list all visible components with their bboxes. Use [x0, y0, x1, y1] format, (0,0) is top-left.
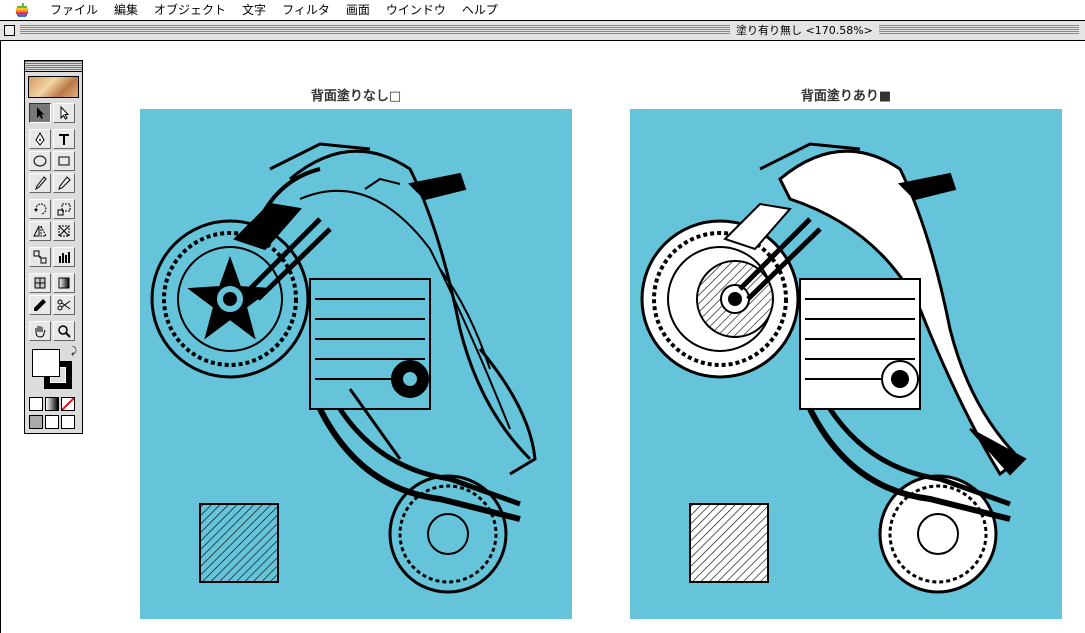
- pen-tool[interactable]: [29, 129, 51, 149]
- hand-tool[interactable]: [29, 321, 51, 341]
- rotate-icon: [34, 203, 47, 215]
- gradient-mesh-tool[interactable]: [29, 273, 51, 293]
- rotate-tool[interactable]: [29, 199, 51, 219]
- fill-stroke-swatches: ⤸: [28, 346, 79, 392]
- reflect-icon: [33, 225, 47, 237]
- left-artboard[interactable]: [140, 109, 572, 619]
- menu-file[interactable]: ファイル: [42, 0, 106, 20]
- rectangle-tool[interactable]: [53, 151, 75, 171]
- brush-icon: [35, 176, 47, 190]
- menu-bar: ファイル 編集 オブジェクト 文字 フィルタ 画面 ウインドウ ヘルプ: [0, 0, 1085, 21]
- scale-icon: [57, 203, 71, 216]
- paintbrush-tool[interactable]: [29, 173, 51, 193]
- magnifier-icon: [58, 325, 71, 338]
- reflect-tool[interactable]: [29, 221, 51, 241]
- selection-tool[interactable]: [29, 103, 51, 123]
- blend-icon: [33, 250, 47, 264]
- window-edge: [0, 41, 1, 633]
- pen-nib-icon: [35, 132, 45, 146]
- menu-object[interactable]: オブジェクト: [146, 0, 234, 20]
- menu-view[interactable]: 画面: [338, 0, 378, 20]
- hatched-square-no-fill: [199, 503, 279, 583]
- left-motorcycle-illustration: [140, 109, 572, 619]
- none-mode-button[interactable]: [61, 397, 75, 411]
- hatched-square-with-fill: [689, 503, 769, 583]
- menu-window[interactable]: ウインドウ: [378, 0, 454, 20]
- palette-drag-bar[interactable]: [25, 61, 82, 72]
- menu-help[interactable]: ヘルプ: [454, 0, 506, 20]
- zoom-tool[interactable]: [53, 321, 75, 341]
- right-artwork-caption: 背面塗りあり■: [800, 89, 892, 104]
- direct-selection-tool[interactable]: [53, 103, 75, 123]
- right-motorcycle-illustration: [630, 109, 1062, 619]
- hollow-arrow-icon: [60, 106, 70, 120]
- graph-tool[interactable]: [53, 247, 75, 267]
- menu-edit[interactable]: 編集: [106, 0, 146, 20]
- bar-graph-icon: [59, 252, 70, 263]
- rectangle-icon: [58, 156, 70, 166]
- scissors-tool[interactable]: [53, 295, 75, 315]
- type-t-icon: [59, 134, 69, 145]
- window-title: 塗り有り無し <170.58%>: [730, 23, 879, 38]
- scale-tool[interactable]: [53, 199, 75, 219]
- ellipse-tool[interactable]: [29, 151, 51, 171]
- fill-swatch[interactable]: [32, 349, 60, 377]
- mesh-icon: [34, 277, 46, 289]
- fullscreen-mode-button[interactable]: [61, 415, 75, 429]
- menu-type[interactable]: 文字: [234, 0, 274, 20]
- app-logo[interactable]: [28, 76, 79, 98]
- swap-colors-icon[interactable]: ⤸: [71, 346, 77, 357]
- pencil-tool[interactable]: [53, 173, 75, 193]
- hand-icon: [35, 326, 46, 338]
- color-mode-button[interactable]: [29, 397, 43, 411]
- standard-screen-mode-button[interactable]: [29, 415, 43, 429]
- apple-menu-icon[interactable]: [14, 2, 30, 18]
- arrow-icon: [37, 107, 44, 119]
- ellipse-icon: [33, 155, 47, 167]
- blend-tool[interactable]: [29, 247, 51, 267]
- transform-icon: [58, 225, 70, 237]
- gradient-icon: [58, 277, 70, 289]
- title-bar-stripes: [20, 25, 1079, 35]
- free-transform-tool[interactable]: [53, 221, 75, 241]
- toolbox-palette: ⤸: [24, 60, 83, 434]
- scissors-icon: [57, 299, 71, 311]
- type-tool[interactable]: [53, 129, 75, 149]
- menu-filter[interactable]: フィルタ: [274, 0, 338, 20]
- pencil-icon: [58, 176, 71, 190]
- window-title-bar[interactable]: 塗り有り無し <170.58%>: [0, 21, 1085, 41]
- eyedropper-icon: [34, 299, 46, 311]
- gradient-tool[interactable]: [53, 273, 75, 293]
- fullscreen-menu-mode-button[interactable]: [45, 415, 59, 429]
- gradient-mode-button[interactable]: [45, 397, 59, 411]
- eyedropper-tool[interactable]: [29, 295, 51, 315]
- left-artwork-caption: 背面塗りなし□: [310, 89, 402, 104]
- right-artboard[interactable]: [630, 109, 1062, 619]
- close-box[interactable]: [4, 25, 15, 36]
